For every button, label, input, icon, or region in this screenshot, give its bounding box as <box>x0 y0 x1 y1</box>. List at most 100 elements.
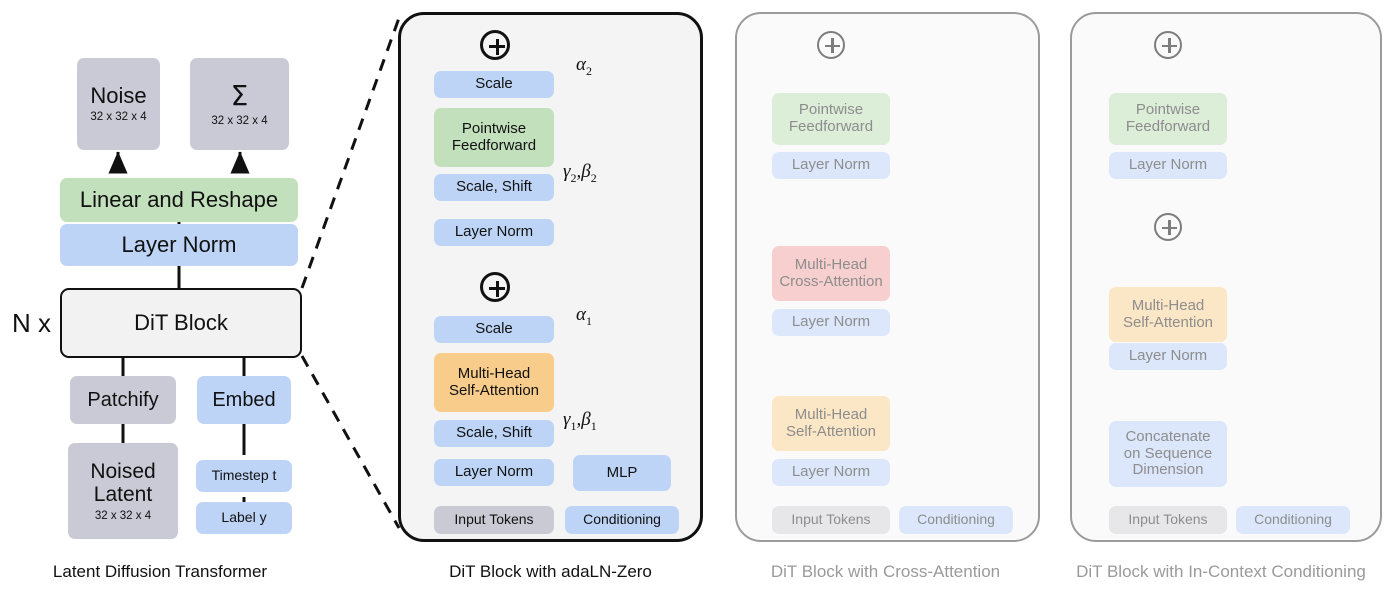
node-scale-1: Scale <box>434 316 554 343</box>
node-layer-norm-3-bottom-label: Layer Norm <box>791 463 871 481</box>
node-noise-label: Noise <box>90 82 147 108</box>
node-conditioning-3: Conditioning <box>899 506 1013 534</box>
node-scale-shift-2: Scale, Shift <box>434 174 554 201</box>
node-noised-latent-label-1: Noised <box>90 459 156 483</box>
node-multi-head-self-attention-2: Multi-Head Self-Attention <box>434 353 554 412</box>
node-scale-2-label: Scale <box>475 75 513 93</box>
zoom-guide-lines <box>300 17 401 529</box>
node-multi-head-cross-attention: Multi-Head Cross-Attention <box>772 246 890 301</box>
node-layer-norm-top-label: Layer Norm <box>121 231 237 257</box>
node-input-tokens-4-label: Input Tokens <box>1128 511 1208 528</box>
node-noised-latent-shape: 32 x 32 x 4 <box>94 509 152 522</box>
node-scale-shift-2-label: Scale, Shift <box>456 178 532 196</box>
node-mlp-label: MLP <box>606 463 638 481</box>
node-input-tokens-3: Input Tokens <box>772 506 890 534</box>
node-conditioning-4-label: Conditioning <box>1254 511 1332 528</box>
node-layer-norm-4-bottom: Layer Norm <box>1109 343 1227 370</box>
node-timestep: Timestep t <box>196 460 292 492</box>
node-embed-label: Embed <box>212 388 276 411</box>
node-conditioning-2-label: Conditioning <box>583 511 661 528</box>
node-pointwise-feedforward-4: Pointwise Feedforward <box>1109 93 1227 145</box>
node-noised-latent-label-2: Latent <box>93 483 153 507</box>
node-layer-norm-3-mid-label: Layer Norm <box>791 313 871 331</box>
node-layer-norm-1: Layer Norm <box>434 459 554 486</box>
node-mhca-label-1: Multi-Head <box>794 255 868 273</box>
node-dit-block: DiT Block <box>60 288 302 358</box>
node-conditioning-3-label: Conditioning <box>917 511 995 528</box>
node-noise-shape: 32 x 32 x 4 <box>90 111 147 124</box>
node-input-tokens-4: Input Tokens <box>1109 506 1227 534</box>
node-multi-head-self-attention-3: Multi-Head Self-Attention <box>772 396 890 451</box>
node-layer-norm-3-bottom: Layer Norm <box>772 459 890 486</box>
node-layer-norm-3-top-label: Layer Norm <box>791 156 871 174</box>
node-embed: Embed <box>197 376 291 424</box>
node-conditioning-2: Conditioning <box>565 506 679 534</box>
plus-circle-icon-mid <box>480 272 510 302</box>
node-mhsa-4-label-1: Multi-Head <box>1131 296 1205 314</box>
caption-latent-diffusion-transformer: Latent Diffusion Transformer <box>52 562 268 581</box>
node-concatenate-on-sequence-dimension: Concatenate on Sequence Dimension <box>1109 421 1227 487</box>
node-concat-label-3: Dimension <box>1132 461 1204 479</box>
node-input-tokens-3-label: Input Tokens <box>791 511 871 528</box>
caption-dit-block-adaln-zero: DiT Block with adaLN-Zero <box>449 562 652 581</box>
plus-circle-icon-top <box>480 30 510 60</box>
annotation-gamma-beta-1: γ1,β1 <box>563 409 597 433</box>
node-pointwise-feedforward-3-label-1: Pointwise <box>798 101 864 119</box>
node-noise: Noise 32 x 32 x 4 <box>77 58 160 150</box>
node-conditioning-4: Conditioning <box>1236 506 1350 534</box>
annotation-alpha-2: α2 <box>576 54 592 78</box>
node-mhsa-3-label-2: Self-Attention <box>785 422 877 440</box>
node-mhsa-3-label-1: Multi-Head <box>794 405 868 423</box>
node-layer-norm-2: Layer Norm <box>434 219 554 246</box>
figure-canvas: Noise 32 x 32 x 4 Σ 32 x 32 x 4 Linear a… <box>0 0 1400 589</box>
node-layer-norm-4-top-label: Layer Norm <box>1128 156 1208 174</box>
caption-dit-block-in-context: DiT Block with In-Context Conditioning <box>1076 562 1366 581</box>
node-pointwise-feedforward-4-label-1: Pointwise <box>1135 101 1201 119</box>
annotation-gamma-beta-2: γ2,β2 <box>563 161 597 185</box>
node-patchify: Patchify <box>70 376 176 424</box>
node-mhsa-2-label-1: Multi-Head <box>457 364 531 382</box>
node-noised-latent: Noised Latent 32 x 32 x 4 <box>68 443 178 539</box>
plus-circle-icon-p4-mid <box>1154 213 1182 241</box>
node-pointwise-feedforward-3: Pointwise Feedforward <box>772 93 890 145</box>
node-concat-label-2: on Sequence <box>1123 444 1213 462</box>
repeat-count-label: N x <box>12 308 51 338</box>
node-linear-and-reshape-label: Linear and Reshape <box>79 186 279 212</box>
node-pointwise-feedforward-3-label-2: Feedforward <box>788 118 874 135</box>
node-layer-norm-3-top: Layer Norm <box>772 152 890 179</box>
node-sigma: Σ 32 x 32 x 4 <box>190 58 289 150</box>
node-label-y: Label y <box>196 502 292 534</box>
node-scale-2: Scale <box>434 71 554 98</box>
node-dit-block-label: DiT Block <box>134 309 228 335</box>
node-layer-norm-4-top: Layer Norm <box>1109 152 1227 179</box>
node-sigma-label: Σ <box>230 79 249 113</box>
node-layer-norm-top: Layer Norm <box>60 224 298 266</box>
annotation-alpha-1: α1 <box>576 304 592 328</box>
node-pointwise-feedforward-2: Pointwise Feedforward <box>434 108 554 167</box>
node-multi-head-self-attention-4: Multi-Head Self-Attention <box>1109 287 1227 342</box>
node-layer-norm-1-label: Layer Norm <box>454 463 534 481</box>
node-pointwise-feedforward-2-label-1: Pointwise <box>461 119 527 137</box>
node-mlp: MLP <box>573 455 671 491</box>
node-scale-shift-1-label: Scale, Shift <box>456 424 532 442</box>
node-timestep-label: Timestep t <box>211 466 277 483</box>
node-mhsa-4-label-2: Self-Attention <box>1122 313 1214 331</box>
plus-circle-icon-p3-top <box>817 31 845 59</box>
node-layer-norm-2-label: Layer Norm <box>454 223 534 241</box>
node-layer-norm-4-bottom-label: Layer Norm <box>1128 347 1208 365</box>
node-scale-1-label: Scale <box>475 320 513 338</box>
caption-dit-block-cross-attention: DiT Block with Cross-Attention <box>770 562 1001 581</box>
node-patchify-label: Patchify <box>87 388 159 411</box>
node-pointwise-feedforward-4-label-2: Feedforward <box>1125 118 1211 135</box>
node-sigma-shape: 32 x 32 x 4 <box>211 114 268 127</box>
node-layer-norm-3-mid: Layer Norm <box>772 309 890 336</box>
node-linear-and-reshape: Linear and Reshape <box>60 178 298 222</box>
node-mhca-label-2: Cross-Attention <box>779 272 883 290</box>
plus-circle-icon-p4-top <box>1154 31 1182 59</box>
node-input-tokens-2-label: Input Tokens <box>454 511 534 528</box>
node-mhsa-2-label-2: Self-Attention <box>448 381 540 399</box>
node-label-y-label: Label y <box>221 509 267 526</box>
node-scale-shift-1: Scale, Shift <box>434 420 554 447</box>
node-input-tokens-2: Input Tokens <box>434 506 554 534</box>
node-pointwise-feedforward-2-label-2: Feedforward <box>451 136 537 154</box>
